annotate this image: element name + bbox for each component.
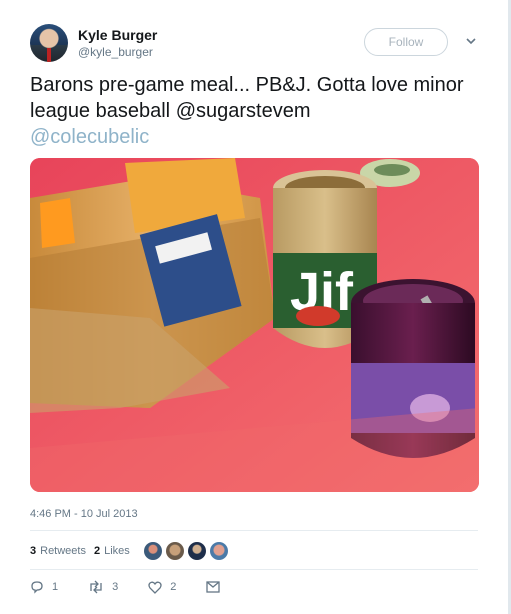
retweet-button[interactable]: 3 bbox=[88, 580, 118, 594]
retweet-icon bbox=[90, 580, 102, 594]
reply-button[interactable]: 1 bbox=[30, 580, 58, 594]
tweet-header: Kyle Burger @kyle_burger Follow bbox=[30, 24, 478, 64]
likes-label: Likes bbox=[104, 545, 130, 557]
tweet-timestamp[interactable]: 4:46 PM - 10 Jul 2013 bbox=[30, 508, 138, 520]
follow-button[interactable]: Follow bbox=[364, 28, 448, 56]
tweet-stats: 3 Retweets 2 Likes bbox=[30, 541, 232, 561]
liker-avatar[interactable] bbox=[143, 542, 162, 560]
liker-avatar[interactable] bbox=[187, 542, 206, 560]
heart-icon bbox=[148, 581, 162, 594]
retweets-stat[interactable]: 3 Retweets bbox=[30, 545, 86, 557]
retweets-count: 3 bbox=[30, 545, 37, 557]
tweet-photo[interactable]: Jif bbox=[30, 158, 479, 492]
divider bbox=[30, 569, 478, 570]
retweets-label: Retweets bbox=[40, 545, 86, 557]
author-avatar[interactable] bbox=[30, 24, 68, 62]
like-button[interactable]: 2 bbox=[148, 581, 176, 594]
reply-count: 1 bbox=[52, 581, 59, 593]
message-button[interactable] bbox=[206, 581, 228, 593]
author-handle[interactable]: @kyle_burger bbox=[78, 45, 153, 59]
message-icon bbox=[206, 581, 221, 593]
likes-stat[interactable]: 2 Likes bbox=[94, 545, 130, 557]
liker-avatar[interactable] bbox=[209, 542, 228, 560]
liker-avatar[interactable] bbox=[165, 542, 184, 560]
likers-avatars bbox=[143, 542, 232, 560]
likes-count: 2 bbox=[93, 545, 101, 557]
retweet-count: 3 bbox=[112, 581, 119, 593]
divider bbox=[30, 530, 478, 531]
mention-link-2[interactable]: @colecubelic bbox=[30, 126, 149, 148]
chevron-down-icon[interactable] bbox=[464, 34, 478, 48]
tweet-text: Barons pre-game meal... PB&J. Gotta love… bbox=[30, 72, 480, 150]
tweet-card: Kyle Burger @kyle_burger Follow Barons p… bbox=[0, 0, 511, 614]
mention-link-1[interactable]: @sugarstevem bbox=[176, 100, 311, 122]
photo-illustration: Jif bbox=[30, 158, 479, 492]
author-name[interactable]: Kyle Burger bbox=[78, 27, 157, 43]
reply-icon bbox=[31, 581, 43, 594]
tweet-actions: 1 3 2 bbox=[30, 580, 258, 594]
like-count: 2 bbox=[170, 581, 177, 593]
